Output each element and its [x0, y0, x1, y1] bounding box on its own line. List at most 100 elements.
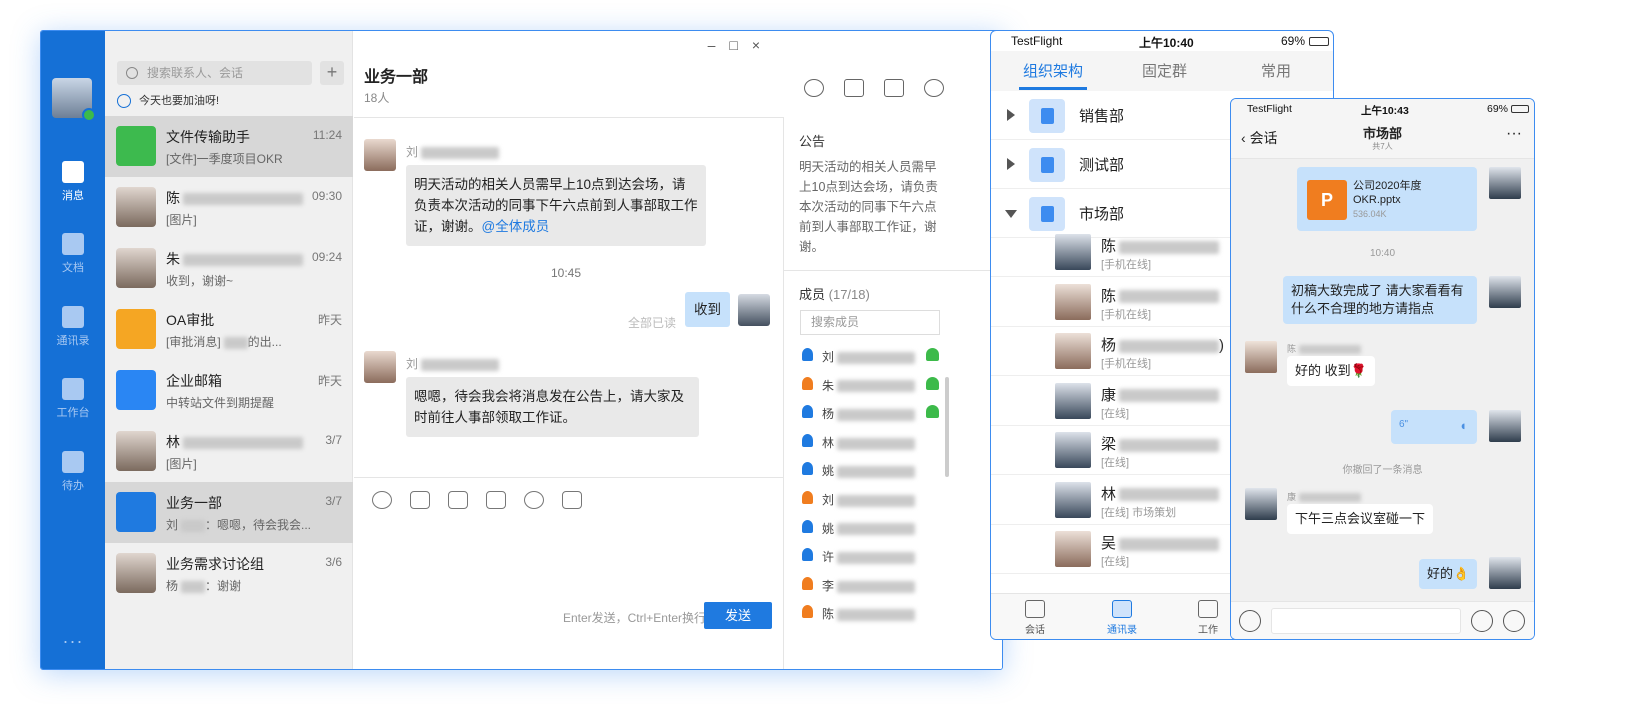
poll-chart-icon[interactable]: [562, 491, 582, 509]
nav-item-2[interactable]: 通讯录: [41, 306, 105, 348]
message-bubble[interactable]: 嗯嗯，待会我会将消息发在公告上，请大家及时前往人事部领取工作证。: [406, 377, 699, 437]
message-input[interactable]: [1271, 608, 1461, 634]
contacts-icon: [1112, 600, 1132, 618]
file-message[interactable]: P 公司2020年度OKR.pptx 536.04K: [1297, 167, 1477, 231]
bottom-tab-1[interactable]: 通讯录: [1102, 600, 1142, 636]
tab-groups[interactable]: 固定群: [1142, 60, 1187, 81]
sender-avatar[interactable]: [364, 351, 396, 383]
department-icon: [1029, 197, 1065, 231]
chat-icon: [1025, 600, 1045, 618]
member-item[interactable]: 姚: [800, 518, 940, 538]
member-item[interactable]: 刘: [800, 489, 940, 509]
sender-name: 陈: [1287, 342, 1362, 355]
chat-body: P 公司2020年度OKR.pptx 536.04K 10:40 初稿大致完成了…: [1231, 159, 1534, 639]
bottom-tab-0[interactable]: 会话: [1015, 600, 1055, 636]
conversation-item[interactable]: 陈 09:30 [图片]: [105, 177, 353, 238]
conversation-item[interactable]: 业务一部 3/7 刘：嗯嗯，待会我会...: [105, 482, 353, 543]
mention-link[interactable]: @全体成员: [482, 219, 550, 234]
conversation-item[interactable]: 文件传输助手 11:24 [文件]一季度项目OKR: [105, 116, 353, 177]
conversation-avatar: [116, 187, 156, 227]
document-icon: [62, 233, 84, 255]
conversation-name: 陈: [166, 188, 303, 208]
add-member-icon[interactable]: [804, 79, 824, 97]
upload-file-icon[interactable]: [486, 491, 506, 509]
contact-avatar: [1055, 531, 1091, 567]
my-avatar[interactable]: [1489, 410, 1521, 442]
member-item[interactable]: 陈: [800, 603, 940, 623]
member-name: 姚: [822, 520, 916, 537]
nav-item-4[interactable]: 待办: [41, 451, 105, 493]
my-avatar[interactable]: [1489, 276, 1521, 308]
my-message-bubble[interactable]: 好的👌: [1419, 559, 1478, 589]
member-item[interactable]: 李: [800, 575, 940, 595]
member-item[interactable]: 许: [800, 546, 940, 566]
emoji-icon[interactable]: [372, 491, 392, 509]
notice-text[interactable]: 明天活动的相关人员需早上10点到达会场，请负责本次活动的同事下午六点前到人事部取…: [799, 157, 944, 257]
task-check-icon[interactable]: [524, 491, 544, 509]
online-person-icon: [926, 405, 939, 419]
nav-item-1[interactable]: 文档: [41, 233, 105, 275]
sender-avatar[interactable]: [1245, 488, 1277, 520]
scrollbar[interactable]: [945, 377, 949, 477]
person-icon: [802, 548, 813, 562]
message-bubble[interactable]: 明天活动的相关人员需早上10点到达会场，请负责本次活动的同事下午六点前到人事部取…: [406, 165, 706, 246]
more-icon[interactable]: ···: [41, 631, 105, 652]
nav-item-0[interactable]: 消息: [41, 161, 105, 203]
my-message-bubble[interactable]: 初稿大致完成了 请大家看看有什么不合理的地方请指点: [1283, 276, 1477, 324]
screenshot-icon[interactable]: [448, 491, 468, 509]
sender-avatar[interactable]: [1245, 341, 1277, 373]
my-message-bubble[interactable]: 收到: [685, 292, 730, 327]
conversation-item[interactable]: OA审批 昨天 [审批消息] 的出...: [105, 299, 353, 360]
member-item[interactable]: 林: [800, 432, 940, 452]
compose-toolbar: [372, 491, 600, 514]
read-status[interactable]: 全部已读: [628, 314, 676, 331]
workbench-icon: [62, 378, 84, 400]
settings-icon[interactable]: [924, 79, 944, 97]
my-avatar[interactable]: [52, 78, 96, 122]
my-avatar[interactable]: [1489, 167, 1521, 199]
voice-message[interactable]: 6" ◖: [1391, 410, 1477, 444]
conversation-avatar: [116, 553, 156, 593]
message-bubble[interactable]: 下午三点会议室碰一下: [1287, 504, 1434, 534]
bottom-tab-2[interactable]: 工作: [1188, 600, 1228, 636]
my-avatar-small[interactable]: [738, 294, 770, 326]
emoji-icon[interactable]: [1471, 610, 1493, 632]
image-icon[interactable]: [410, 491, 430, 509]
message-time: 10:45: [551, 266, 582, 280]
add-button[interactable]: +: [320, 61, 344, 85]
message-bubble[interactable]: 好的 收到🌹: [1287, 356, 1375, 386]
send-button[interactable]: 发送: [704, 602, 772, 629]
message-time: 10:40: [1369, 248, 1396, 259]
member-item[interactable]: 姚: [800, 460, 940, 480]
status-motto[interactable]: 今天也要加油呀!: [117, 93, 219, 109]
notice-title: 公告: [799, 134, 826, 149]
conversation-item[interactable]: 业务需求讨论组 3/6 杨：谢谢: [105, 543, 353, 604]
search-input[interactable]: 搜索联系人、会话: [117, 61, 312, 85]
conversation-item[interactable]: 朱 09:24 收到，谢谢~: [105, 238, 353, 299]
member-item[interactable]: 朱: [800, 375, 940, 395]
sender-avatar[interactable]: [364, 139, 396, 171]
conversation-item[interactable]: 林 3/7 [图片]: [105, 421, 353, 482]
send-hint: Enter发送，Ctrl+Enter换行: [562, 611, 706, 625]
nav-item-3[interactable]: 工作台: [41, 378, 105, 420]
notice-icon[interactable]: [884, 79, 904, 97]
conversation-avatar: [116, 248, 156, 288]
my-avatar[interactable]: [1489, 557, 1521, 589]
conversation-avatar: [116, 492, 156, 532]
conversation-name: 企业邮箱: [166, 373, 222, 389]
window-controls[interactable]: ‒□×: [708, 37, 774, 53]
member-item[interactable]: 杨: [800, 403, 940, 423]
more-menu-icon[interactable]: ···: [1506, 125, 1522, 143]
conversation-preview: 刘：嗯嗯，待会我会...: [166, 518, 312, 532]
contact-status: [手机在线]: [1101, 358, 1152, 370]
member-search-input[interactable]: 搜索成员: [800, 310, 940, 335]
conversation-preview: [图片]: [166, 213, 197, 227]
voice-input-icon[interactable]: [1239, 610, 1261, 632]
plus-icon[interactable]: [1503, 610, 1525, 632]
member-item[interactable]: 刘: [800, 346, 940, 366]
tab-org[interactable]: 组织架构: [1023, 60, 1083, 81]
tab-frequent[interactable]: 常用: [1261, 60, 1291, 81]
shared-files-icon[interactable]: [844, 79, 864, 97]
contact-status: [在线]: [1101, 457, 1130, 469]
conversation-item[interactable]: 企业邮箱 昨天 中转站文件到期提醒: [105, 360, 353, 421]
